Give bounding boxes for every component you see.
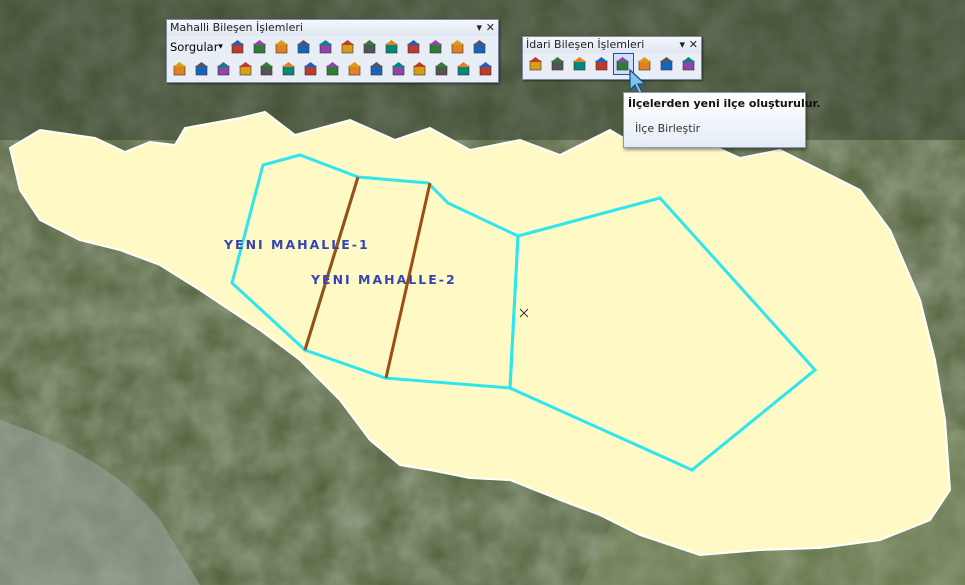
join-icon[interactable] xyxy=(301,59,321,79)
mahalli-toolbar[interactable]: Mahalli Bileşen İşlemleri ▾ ✕ Sorgular ▾ xyxy=(166,19,499,83)
grid-icon[interactable] xyxy=(657,54,677,74)
anchor-icon[interactable] xyxy=(323,59,343,79)
node-icon[interactable] xyxy=(345,59,365,79)
house-edit-icon[interactable] xyxy=(426,37,446,57)
building-icon[interactable] xyxy=(236,59,256,79)
chevron-down-icon[interactable]: ▾ xyxy=(679,37,685,53)
dropdown-arrow-icon: ▾ xyxy=(218,42,223,52)
close-icon[interactable]: ✕ xyxy=(486,20,495,36)
measure-icon[interactable] xyxy=(432,59,452,79)
mahalli-toolbar-title-text: Mahalli Bileşen İşlemleri xyxy=(170,21,303,34)
gear-globe-icon[interactable] xyxy=(679,54,699,74)
search-map-icon[interactable] xyxy=(360,37,380,57)
close-icon[interactable]: ✕ xyxy=(689,37,698,53)
line-add-icon[interactable] xyxy=(389,59,409,79)
stn-icon[interactable] xyxy=(338,37,358,57)
terrain-icon[interactable] xyxy=(250,37,270,57)
tooltip-title: İlçelerden yeni ilçe oluşturulur. xyxy=(628,97,821,110)
chevron-down-icon[interactable]: ▾ xyxy=(476,20,482,36)
sorgular-dropdown-label: Sorgular xyxy=(170,40,219,54)
move-icon[interactable] xyxy=(257,59,277,79)
map-canvas[interactable] xyxy=(0,0,965,585)
house-grid-icon[interactable] xyxy=(470,37,490,57)
attribute-icon[interactable] xyxy=(410,59,430,79)
house-delete-icon[interactable] xyxy=(448,37,468,57)
idari-toolbar-title-text: İdari Bileşen İşlemleri xyxy=(526,38,645,51)
house-icon[interactable] xyxy=(404,37,424,57)
hand-tool-icon[interactable] xyxy=(382,37,402,57)
edit-area-icon[interactable] xyxy=(526,54,546,74)
split-icon[interactable] xyxy=(279,59,299,79)
sorgular-dropdown[interactable]: Sorgular ▾ xyxy=(170,40,223,54)
parcel-tool-icon[interactable] xyxy=(170,59,190,79)
merge-parcel-icon[interactable] xyxy=(192,59,212,79)
edit-line-icon[interactable] xyxy=(294,37,314,57)
pencil-icon[interactable] xyxy=(570,54,590,74)
tooltip-item[interactable]: İlçe Birleştir xyxy=(635,122,700,135)
house-add-icon[interactable] xyxy=(214,59,234,79)
idari-toolbar-row xyxy=(523,53,701,75)
info-bubble-icon[interactable] xyxy=(476,59,496,79)
mahalli-toolbar-title[interactable]: Mahalli Bileşen İşlemleri ▾ ✕ xyxy=(167,20,498,36)
mahalli-toolbar-row-1: Sorgular ▾ xyxy=(167,36,498,58)
camera-icon[interactable] xyxy=(228,37,248,57)
bucket-icon[interactable] xyxy=(454,59,474,79)
idari-toolbar-title[interactable]: İdari Bileşen İşlemleri ▾ ✕ xyxy=(523,37,701,53)
idari-toolbar[interactable]: İdari Bileşen İşlemleri ▾ ✕ xyxy=(522,36,702,80)
line-edit-icon[interactable] xyxy=(367,59,387,79)
draw-boundary-icon[interactable] xyxy=(548,54,568,74)
neighborhood-label-2: YENI MAHALLE-2 xyxy=(311,272,457,287)
ruler-icon[interactable] xyxy=(316,37,336,57)
neighborhood-label-1: YENI MAHALLE-1 xyxy=(224,237,370,252)
mahalli-toolbar-row-2 xyxy=(167,58,498,80)
tooltip-popup: İlçelerden yeni ilçe oluşturulur. İlçe B… xyxy=(623,92,821,148)
terrain-icon-2[interactable] xyxy=(272,37,292,57)
paint-icon[interactable] xyxy=(592,54,612,74)
